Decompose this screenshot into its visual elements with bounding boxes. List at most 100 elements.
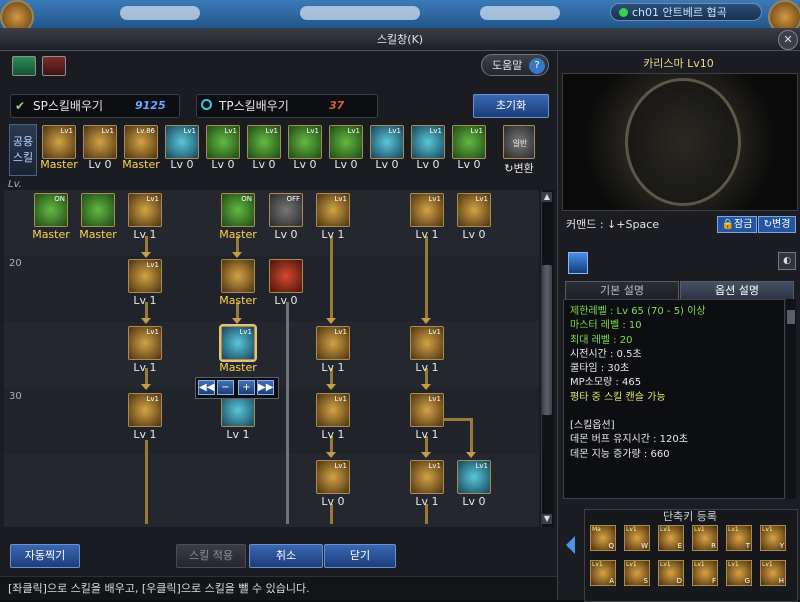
tree-skill-icon[interactable]: Lv1 xyxy=(219,324,257,362)
tree-skill-icon[interactable] xyxy=(221,259,255,293)
skill-tag: Lv1 xyxy=(239,328,253,336)
tree-skill-icon[interactable]: Lv1 xyxy=(410,326,444,360)
quickslot-prev-icon[interactable] xyxy=(566,536,575,554)
skill-description-box: 제한레벨 : Lv 65 (70 - 5) 이상 마스터 레벨 : 10 최대 레벨… xyxy=(563,299,785,499)
level-first-button[interactable]: ◀◀ xyxy=(198,380,215,395)
tree-skill-icon[interactable]: Lv1 xyxy=(316,393,350,427)
skill-preview xyxy=(562,73,798,211)
convert-label[interactable]: ↻변환 xyxy=(497,160,541,176)
tree-skill-icon[interactable]: OFF xyxy=(269,193,303,227)
skill-tag: Lv1 xyxy=(428,462,442,470)
close-button[interactable]: ✕ xyxy=(778,30,798,50)
scroll-down-icon[interactable]: ▼ xyxy=(542,514,552,524)
tree-skill-level: Lv 1 xyxy=(321,361,345,374)
usage-hint: [좌클릭]으로 스킬을 배우고, [우클릭]으로 스킬을 뺄 수 있습니다. xyxy=(0,576,557,600)
common-skill-level: Lv 0 xyxy=(88,158,112,171)
quickslot-r[interactable]: Lv1 R xyxy=(692,525,718,551)
window-titlebar[interactable]: 스킬창(K) ✕ xyxy=(0,28,800,51)
skill-tag: Lv1 xyxy=(388,127,402,135)
level-plus-button[interactable]: + xyxy=(238,380,255,395)
cancel-button[interactable]: 취소 xyxy=(249,544,323,568)
tree-skill-icon[interactable]: Lv1 xyxy=(410,460,444,494)
description-scroll-thumb[interactable] xyxy=(787,310,795,324)
tree-skill-icon[interactable]: Lv1 xyxy=(128,193,162,227)
channel-indicator[interactable]: ch01 안트베르 협곡 xyxy=(610,3,762,21)
description-line: 마스터 레벨 : 10 xyxy=(570,320,642,332)
apply-skills-button[interactable]: 스킬 적용 xyxy=(176,544,246,568)
reset-button[interactable]: 초기화 xyxy=(473,94,549,118)
description-line: MP소모량 : 465 xyxy=(570,377,642,389)
common-skill-icon[interactable]: Lv1 xyxy=(42,125,76,159)
tab-option-description[interactable]: 옵션 설명 xyxy=(680,281,794,300)
tree-skill-icon[interactable]: Lv1 xyxy=(410,193,444,227)
tree-skill-icon[interactable]: Lv1 xyxy=(128,393,162,427)
tree-skill-icon[interactable]: Lv1 xyxy=(316,193,350,227)
question-icon: ? xyxy=(529,58,545,74)
quickslot-e[interactable]: Lv1 E xyxy=(658,525,684,551)
common-skill-icon[interactable]: Lv1 xyxy=(452,125,486,159)
help-button[interactable]: 도움말 ? xyxy=(481,54,549,76)
level-last-button[interactable]: ▶▶ xyxy=(257,380,274,395)
quickslot-q[interactable]: Ma Q xyxy=(590,525,616,551)
tab-basic-description[interactable]: 기본 설명 xyxy=(565,281,679,300)
quickslot-tag: Ma xyxy=(592,526,601,533)
common-skill-icon[interactable]: Lv1 xyxy=(370,125,404,159)
skill-tag: Lv1 xyxy=(475,195,489,203)
cloud-decoration xyxy=(480,6,560,20)
tree-skill-icon[interactable]: ON xyxy=(221,193,255,227)
tree-skill-icon[interactable]: Lv1 xyxy=(410,393,444,427)
view-toggle-red-button[interactable] xyxy=(42,56,66,76)
close-window-button[interactable]: 닫기 xyxy=(324,544,396,568)
common-skill-icon[interactable]: Lv1 xyxy=(83,125,117,159)
quickslot-key: T xyxy=(745,542,750,550)
quickslot-tag: Lv1 xyxy=(626,561,637,568)
common-skill-icon[interactable]: Lv.86 xyxy=(124,125,158,159)
tree-skill-icon[interactable]: Lv1 xyxy=(316,326,350,360)
tree-skill-icon[interactable] xyxy=(81,193,115,227)
tree-scroll-thumb[interactable] xyxy=(542,265,552,415)
change-button[interactable]: ↻변경 xyxy=(758,216,796,233)
common-skill-icon[interactable]: Lv1 xyxy=(206,125,240,159)
common-skill-icon[interactable]: Lv1 xyxy=(165,125,199,159)
skill-tag: Lv1 xyxy=(146,395,160,403)
level-minus-button[interactable]: − xyxy=(217,380,234,395)
description-scrollbar[interactable] xyxy=(786,299,796,499)
auto-assign-button[interactable]: 자동찍기 xyxy=(10,544,80,568)
skill-tag: Lv1 xyxy=(306,127,320,135)
quickslot-a[interactable]: Lv1 A xyxy=(590,560,616,586)
skill-tag: Lv1 xyxy=(428,195,442,203)
common-skill-level: Master xyxy=(40,158,78,171)
quickslot-tag: Lv1 xyxy=(592,561,603,568)
quickslot-key: S xyxy=(643,577,648,585)
lock-button[interactable]: 🔒잠금 xyxy=(717,216,757,233)
common-skill-icon[interactable]: Lv1 xyxy=(288,125,322,159)
tree-skill-icon[interactable]: Lv1 xyxy=(128,259,162,293)
quickslot-g[interactable]: Lv1 G xyxy=(726,560,752,586)
tree-skill-icon[interactable]: Lv1 xyxy=(316,460,350,494)
tree-skill-level: Lv 0 xyxy=(462,495,486,508)
skill-tag: Lv1 xyxy=(428,328,442,336)
tree-arrow xyxy=(421,384,431,390)
quickslot-key: W xyxy=(641,542,648,550)
pin-icon[interactable]: ◐ xyxy=(778,252,796,270)
quickslot-d[interactable]: Lv1 D xyxy=(658,560,684,586)
tree-skill-icon[interactable]: Lv1 xyxy=(457,460,491,494)
convert-skill-icon[interactable]: 일반 xyxy=(503,125,535,159)
tree-skill-icon[interactable]: Lv1 xyxy=(457,193,491,227)
quickslot-s[interactable]: Lv1 S xyxy=(624,560,650,586)
tree-skill-icon[interactable]: ON xyxy=(34,193,68,227)
common-skill-icon[interactable]: Lv1 xyxy=(329,125,363,159)
quickslot-w[interactable]: Lv1 W xyxy=(624,525,650,551)
common-skill-icon[interactable]: Lv1 xyxy=(247,125,281,159)
tree-skill-level: Master xyxy=(219,294,257,307)
common-skill-icon[interactable]: Lv1 xyxy=(411,125,445,159)
quickslot-h[interactable]: Lv1 H xyxy=(760,560,786,586)
skill-tag: Lv1 xyxy=(101,127,115,135)
tree-skill-icon[interactable] xyxy=(269,259,303,293)
quickslot-t[interactable]: Lv1 T xyxy=(726,525,752,551)
quickslot-f[interactable]: Lv1 F xyxy=(692,560,718,586)
tree-skill-icon[interactable]: Lv1 xyxy=(128,326,162,360)
scroll-up-icon[interactable]: ▲ xyxy=(542,192,552,202)
quickslot-y[interactable]: Lv1 Y xyxy=(760,525,786,551)
view-toggle-green-button[interactable] xyxy=(12,56,36,76)
